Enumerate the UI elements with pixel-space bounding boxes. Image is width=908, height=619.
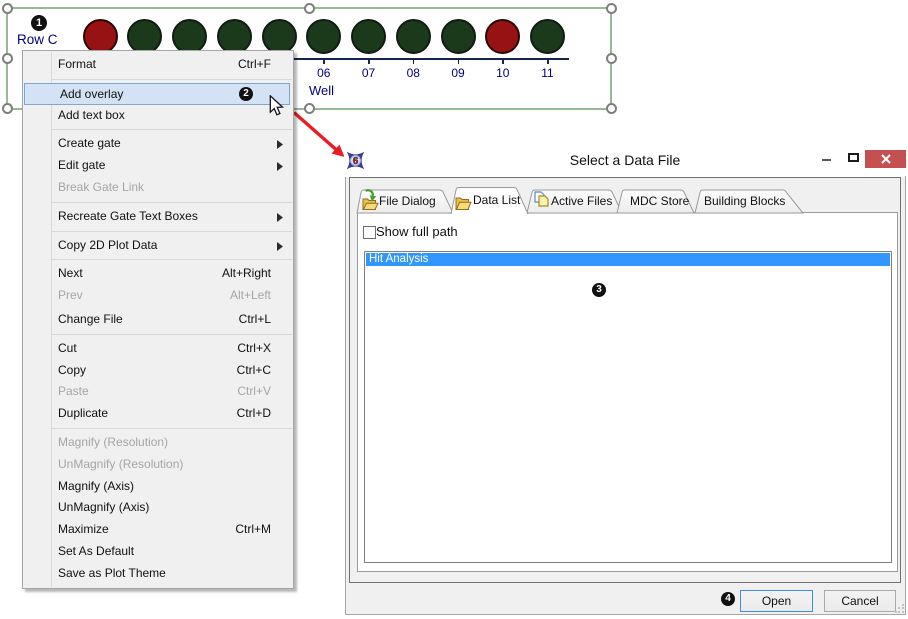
svg-text:Active Files: Active Files [551,194,612,208]
svg-text:MDC Store: MDC Store [630,194,690,208]
svg-text:File Dialog: File Dialog [379,194,436,208]
svg-text:Building Blocks: Building Blocks [704,194,785,208]
svg-text:6: 6 [353,156,359,167]
svg-text:Data List: Data List [473,193,521,207]
